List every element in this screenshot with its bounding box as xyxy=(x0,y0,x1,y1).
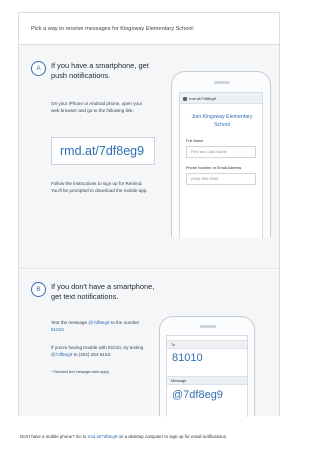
option-a-followup: Follow the instructions to sign up for R… xyxy=(51,181,148,193)
phone-screen: rmd.at/7df8eg9 Join Kingsway Elementary … xyxy=(179,92,263,238)
phone-speaker xyxy=(200,325,216,328)
text-mid: to the number xyxy=(110,320,140,325)
option-b-trouble: If you're having trouble with 81010, try… xyxy=(51,345,153,359)
join-class-title: Join Kingsway Elementary School xyxy=(191,114,253,128)
trouble-prefix: If you're having trouble with 81010, try… xyxy=(51,345,144,350)
signup-card: Pick a way to receive messages for Kings… xyxy=(18,12,280,417)
sms-to-label: To xyxy=(167,340,247,349)
smartphone-illustration: rmd.at/7df8eg9 Join Kingsway Elementary … xyxy=(171,71,271,238)
text-number: 81010 xyxy=(51,326,64,332)
option-b-text-instructions: Text the message @7df8eg9 to the number … xyxy=(51,320,149,334)
footer-link[interactable]: rmd.at/7df8eg9 xyxy=(88,434,118,439)
phone-speaker xyxy=(214,81,230,84)
browser-url: rmd.at/7df8eg9 xyxy=(189,96,216,101)
signup-link[interactable]: rmd.at/7df8eg9 xyxy=(60,144,144,158)
step-a-badge: A xyxy=(31,61,46,76)
option-b-panel: B If you don't have a smartphone, get te… xyxy=(19,270,279,417)
rates-note: * Standard text message rates apply. xyxy=(51,370,110,374)
option-a-instructions: On your iPhone or Android phone, open yo… xyxy=(51,101,143,113)
sms-phone-illustration: To 81010 Message @7df8eg9 xyxy=(159,316,255,417)
full-name-label: Full Name xyxy=(186,139,204,143)
footer-note: Don't have a mobile phone? Go to rmd.at/… xyxy=(20,434,290,440)
sms-screen: To 81010 Message @7df8eg9 xyxy=(166,335,248,417)
card-header: Pick a way to receive messages for Kings… xyxy=(19,13,279,45)
full-name-input: First and Last Name xyxy=(186,146,256,158)
text-prefix: Text the message xyxy=(51,320,88,325)
trouble-suffix: to (404) 264-5153. xyxy=(73,351,112,357)
option-b-title: If you don't have a smartphone, get text… xyxy=(51,282,155,301)
footer-suffix: on a desktop computer to sign up for ema… xyxy=(118,434,228,439)
trouble-code: @7df8eg9 xyxy=(51,351,73,357)
signup-link-box[interactable]: rmd.at/7df8eg9 xyxy=(51,137,155,165)
option-a-title: If you have a smartphone, get push notif… xyxy=(51,61,149,80)
text-code: @7df8eg9 xyxy=(88,320,110,325)
lock-icon xyxy=(183,96,187,101)
footer-prefix: Don't have a mobile phone? Go to xyxy=(20,434,87,439)
phone-email-label: Phone Number or Email Address xyxy=(186,166,242,170)
sms-message-value: @7df8eg9 xyxy=(172,389,223,401)
header-prompt: Pick a way to receive messages for Kings… xyxy=(31,26,195,32)
sms-message-label: Message xyxy=(167,376,247,385)
step-b-badge: B xyxy=(31,282,46,297)
option-a-panel: A If you have a smartphone, get push not… xyxy=(19,45,279,269)
browser-url-bar: rmd.at/7df8eg9 xyxy=(180,93,262,104)
phone-email-input: (555) 555-5555 xyxy=(186,173,256,185)
sms-to-value: 81010 xyxy=(172,352,203,364)
